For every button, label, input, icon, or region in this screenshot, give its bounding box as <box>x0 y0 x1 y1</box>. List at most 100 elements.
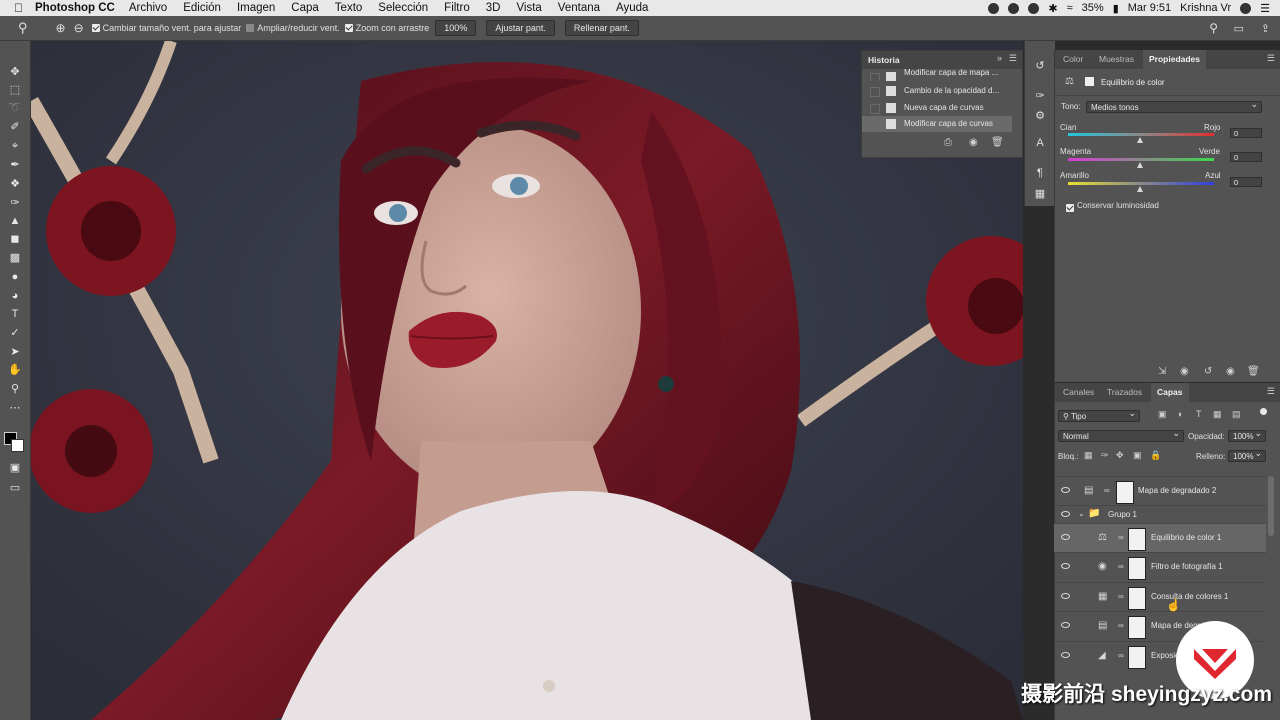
gradient-tool-icon[interactable]: ▩ <box>7 251 23 265</box>
eyedropper-tool-icon[interactable]: ✒ <box>7 158 23 172</box>
layer-row[interactable]: ▦ ∞ Consulta de colores 1 <box>1054 582 1266 612</box>
zoom-value-field[interactable]: 100% <box>435 20 477 36</box>
layer-mask-thumbnail[interactable] <box>1128 587 1146 610</box>
history-panel-icon[interactable]: ↺ <box>1033 59 1047 73</box>
menu-archivo[interactable]: Archivo <box>129 2 167 14</box>
filter-pixel-icon[interactable]: ▣ <box>1158 409 1167 420</box>
menu-texto[interactable]: Texto <box>335 2 363 14</box>
tone-select[interactable]: Medios tonos <box>1086 99 1262 113</box>
link-icon[interactable]: ∞ <box>1118 533 1124 542</box>
zoom-all-checkbox[interactable] <box>246 24 255 32</box>
wifi-icon[interactable]: ≈ <box>1067 2 1073 14</box>
yellow-blue-knob[interactable] <box>1137 186 1143 192</box>
eye-icon[interactable] <box>1061 652 1070 658</box>
cyan-red-value[interactable]: 0 <box>1230 128 1262 138</box>
apple-icon[interactable]:  <box>14 1 23 15</box>
filter-type-icon[interactable]: T <box>1196 409 1202 419</box>
healing-tool-icon[interactable]: ❖ <box>7 177 23 191</box>
fill-screen-button[interactable]: Rellenar pant. <box>564 20 639 36</box>
search-icon[interactable]: ⚲ <box>1209 21 1218 35</box>
snapshot-icon[interactable]: ◉ <box>969 137 978 148</box>
zoom-out-icon[interactable]: ⊖ <box>74 21 84 35</box>
blur-tool-icon[interactable]: ● <box>7 270 23 284</box>
filter-shape-icon[interactable]: ▦ <box>1213 409 1222 420</box>
tab-swatches[interactable]: Muestras <box>1093 50 1140 69</box>
tab-color[interactable]: Color <box>1057 50 1089 69</box>
zoom-tool-icon[interactable]: ⚲ <box>18 20 28 36</box>
history-item[interactable]: Cambio de la opacidad d... <box>862 83 1012 99</box>
screen-mode-icon[interactable]: ▭ <box>7 481 23 495</box>
move-tool-icon[interactable]: ✥ <box>7 65 23 79</box>
lock-pixels-icon[interactable]: ✑ <box>1101 450 1109 461</box>
menu-imagen[interactable]: Imagen <box>237 2 275 14</box>
layer-mask-thumbnail[interactable] <box>1128 528 1146 551</box>
lock-transparent-icon[interactable]: ▦ <box>1084 450 1093 461</box>
tab-channels[interactable]: Canales <box>1057 383 1100 402</box>
delete-state-icon[interactable]: 🗑 <box>991 137 1004 148</box>
lock-all-icon[interactable]: 🔒 <box>1150 450 1161 461</box>
sync-icon[interactable] <box>1028 2 1040 14</box>
eye-icon[interactable] <box>1061 487 1070 493</box>
path-select-tool-icon[interactable]: ➤ <box>7 345 23 359</box>
link-icon[interactable]: ∞ <box>1104 486 1110 495</box>
panel-menu-icon[interactable]: ☰ <box>1267 53 1275 64</box>
blend-mode-select[interactable]: Normal <box>1058 428 1184 442</box>
eye-icon[interactable] <box>1061 534 1070 540</box>
cyan-red-knob[interactable] <box>1137 137 1143 143</box>
yellow-blue-value[interactable]: 0 <box>1230 177 1262 187</box>
clip-to-layer-icon[interactable]: ⇲ <box>1158 366 1166 377</box>
quick-select-tool-icon[interactable]: ✐ <box>7 120 23 134</box>
eye-icon[interactable] <box>1061 593 1070 599</box>
user-name[interactable]: Krishna Vr <box>1180 2 1231 14</box>
group-row[interactable]: ⌄ 📁 Grupo 1 <box>1054 505 1266 524</box>
layer-row[interactable]: ◉ ∞ Filtro de fotografía 1 <box>1054 552 1266 582</box>
fill-field[interactable]: 100% <box>1228 448 1266 462</box>
history-title[interactable]: Historia <box>868 55 900 65</box>
panel-menu-icon[interactable]: ☰ <box>1267 386 1275 397</box>
history-item[interactable]: Modificar capa de mapa ... <box>862 69 1012 81</box>
zoom-tool-icon[interactable]: ⚲ <box>7 382 23 396</box>
history-item[interactable]: Nueva capa de curvas <box>862 100 1012 116</box>
filter-smart-icon[interactable]: ▤ <box>1232 409 1241 420</box>
type-tool-icon[interactable]: T <box>7 307 23 321</box>
layer-mask-thumbnail[interactable] <box>1128 646 1146 669</box>
opacity-field[interactable]: 100% <box>1228 428 1266 442</box>
delete-adjustment-icon[interactable]: 🗑 <box>1247 366 1260 377</box>
resize-windows-checkbox[interactable] <box>91 24 100 32</box>
brush-settings-icon[interactable]: ⚙ <box>1033 109 1047 123</box>
menu-ventana[interactable]: Ventana <box>558 2 600 14</box>
menu-list-icon[interactable]: ☰ <box>1260 2 1270 15</box>
layer-mask-thumbnail[interactable] <box>1128 616 1146 639</box>
link-icon[interactable]: ∞ <box>1118 562 1124 571</box>
view-previous-icon[interactable]: ◉ <box>1180 366 1189 377</box>
dodge-tool-icon[interactable]: ◕ <box>7 289 23 303</box>
eye-icon[interactable] <box>1061 563 1070 569</box>
panel-menu-icon[interactable]: ☰ <box>1009 53 1017 64</box>
layer-mask-thumbnail[interactable] <box>1128 557 1146 580</box>
hand-tool-icon[interactable]: ✋ <box>7 363 23 377</box>
yellow-blue-slider[interactable] <box>1068 182 1214 185</box>
visibility-icon[interactable]: ◉ <box>1226 366 1235 377</box>
preserve-luminosity-checkbox[interactable] <box>1066 204 1074 212</box>
tab-paths[interactable]: Trazados <box>1101 383 1148 402</box>
menu-filtro[interactable]: Filtro <box>444 2 470 14</box>
link-icon[interactable]: ∞ <box>1118 651 1124 660</box>
stamp-tool-icon[interactable]: ▲ <box>7 214 23 228</box>
tab-properties[interactable]: Propiedades <box>1143 50 1207 69</box>
link-icon[interactable]: ∞ <box>1118 621 1124 630</box>
layer-mask-thumbnail[interactable] <box>1116 481 1134 504</box>
collapse-icon[interactable]: » <box>997 53 1002 63</box>
lock-artboard-icon[interactable]: ▣ <box>1133 450 1142 461</box>
menu-ayuda[interactable]: Ayuda <box>616 2 648 14</box>
layer-row-selected[interactable]: ⚖ ∞ Equilibrio de color 1 <box>1054 523 1266 553</box>
battery-icon[interactable]: ▮ <box>1113 2 1119 15</box>
brush-tool-icon[interactable]: ✑ <box>7 196 23 210</box>
eraser-tool-icon[interactable]: ◼ <box>7 232 23 246</box>
brush-panel-icon[interactable]: ✑ <box>1033 89 1047 103</box>
paragraph-panel-icon[interactable]: ¶ <box>1033 167 1047 181</box>
libraries-panel-icon[interactable]: ▦ <box>1033 187 1047 201</box>
layer-row[interactable]: ▤ ∞ Mapa de degradado 2 <box>1054 476 1266 506</box>
eye-icon[interactable] <box>1061 511 1070 517</box>
new-document-from-state-icon[interactable]: ⎙ <box>944 137 952 148</box>
menu-3d[interactable]: 3D <box>486 2 501 14</box>
